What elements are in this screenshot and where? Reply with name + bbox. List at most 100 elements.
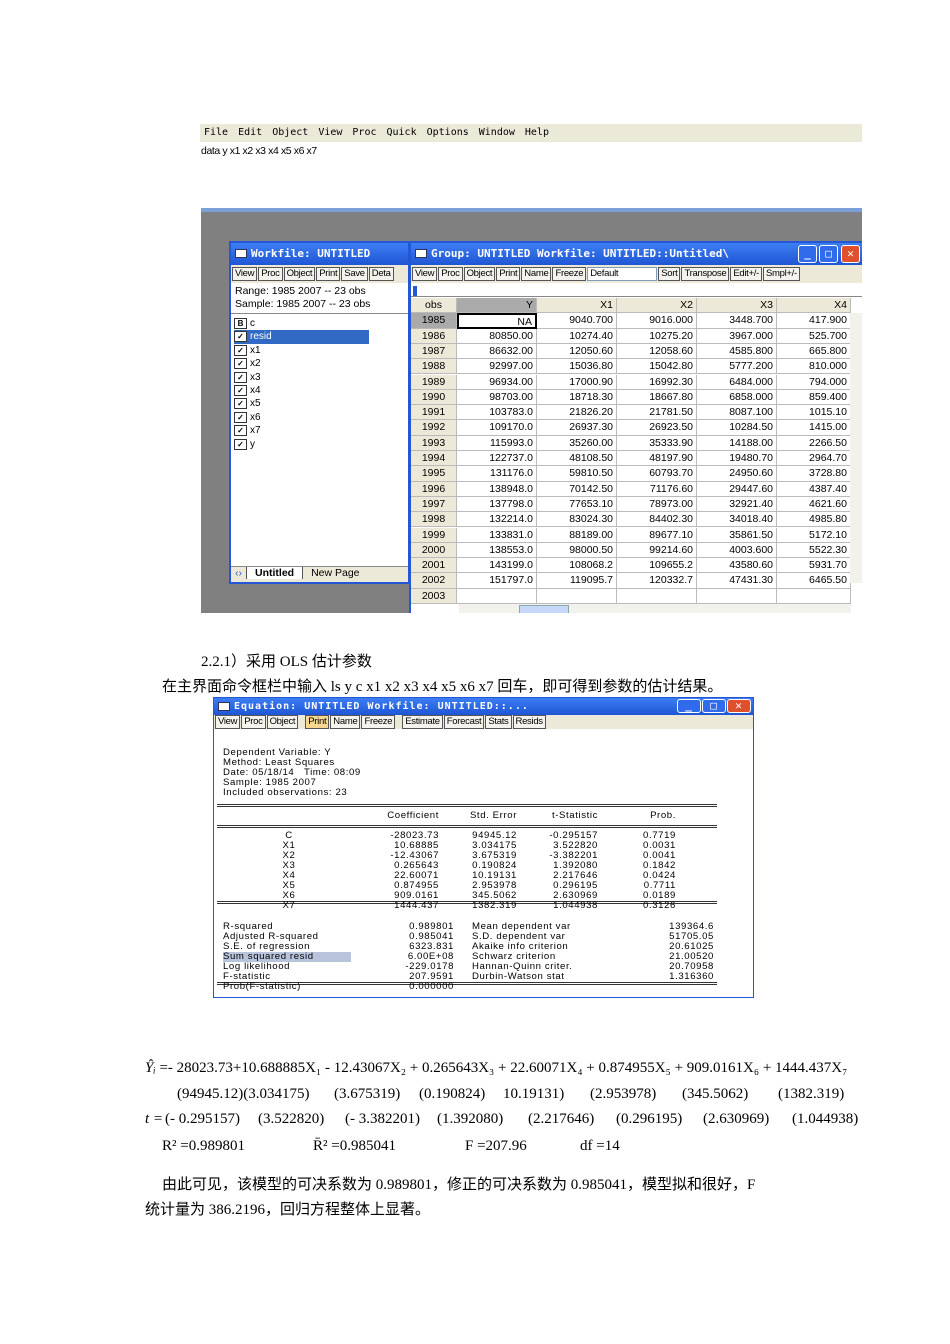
table-cell[interactable]: 35260.00: [537, 435, 617, 451]
print-button[interactable]: Print: [496, 267, 521, 281]
table-cell[interactable]: 8087.100: [697, 405, 777, 421]
deta-button[interactable]: Deta: [368, 267, 394, 281]
table-cell[interactable]: 86632.00: [457, 343, 537, 360]
maximize-button[interactable]: □: [819, 245, 838, 263]
table-cell[interactable]: 21826.20: [537, 405, 617, 421]
tab-untitled[interactable]: Untitled: [246, 567, 303, 579]
table-cell[interactable]: 14188.00: [697, 435, 777, 451]
row-header[interactable]: 2003: [411, 588, 457, 604]
table-cell[interactable]: 9040.700: [537, 313, 617, 329]
table-cell[interactable]: [537, 588, 617, 604]
table-cell[interactable]: [777, 588, 851, 604]
proc-button[interactable]: Proc: [438, 267, 463, 281]
table-cell[interactable]: 59810.50: [537, 466, 617, 482]
row-header[interactable]: 2001: [411, 558, 457, 574]
table-cell[interactable]: 89677.10: [617, 527, 697, 543]
table-cell[interactable]: 19480.70: [697, 451, 777, 467]
estimate-button[interactable]: Estimate: [402, 715, 443, 729]
row-header[interactable]: 1992: [411, 420, 457, 436]
table-cell[interactable]: 143199.0: [457, 558, 537, 574]
table-cell[interactable]: 6484.000: [697, 374, 777, 390]
table-cell[interactable]: 9016.000: [617, 313, 697, 329]
table-cell[interactable]: 32921.40: [697, 496, 777, 513]
row-header[interactable]: 1988: [411, 359, 457, 375]
row-header[interactable]: 2002: [411, 573, 457, 589]
table-cell[interactable]: 26937.30: [537, 420, 617, 436]
freeze-button[interactable]: Freeze: [552, 267, 587, 281]
table-cell[interactable]: 137798.0: [457, 496, 537, 513]
transpose-button[interactable]: Transpose: [681, 267, 730, 281]
column-header-y[interactable]: Y: [457, 298, 537, 314]
table-cell[interactable]: 99214.60: [617, 542, 697, 559]
table-cell[interactable]: 133831.0: [457, 527, 537, 543]
row-header[interactable]: 1989: [411, 374, 457, 390]
table-cell[interactable]: 43580.60: [697, 558, 777, 574]
edit-button[interactable]: Edit+/-: [730, 267, 762, 281]
table-cell[interactable]: [457, 588, 537, 604]
proc-button[interactable]: Proc: [241, 715, 266, 729]
row-header[interactable]: 1991: [411, 405, 457, 421]
table-cell[interactable]: 132214.0: [457, 512, 537, 528]
table-cell[interactable]: 1415.00: [777, 420, 851, 436]
horizontal-scrollbar[interactable]: [459, 604, 851, 613]
table-cell[interactable]: 109170.0: [457, 420, 537, 436]
table-cell[interactable]: 29447.60: [697, 481, 777, 497]
menu-view[interactable]: View: [318, 127, 342, 138]
name-button[interactable]: Name: [521, 267, 552, 281]
close-button[interactable]: ✕: [841, 245, 860, 263]
table-cell[interactable]: 3448.700: [697, 313, 777, 329]
table-cell[interactable]: 138553.0: [457, 542, 537, 559]
object-item-x7[interactable]: ✓ x7: [234, 424, 408, 437]
table-cell[interactable]: 17000.90: [537, 374, 617, 390]
row-header[interactable]: 1998: [411, 512, 457, 528]
table-cell[interactable]: 16992.30: [617, 374, 697, 390]
save-button[interactable]: Save: [341, 267, 368, 281]
table-cell[interactable]: 70142.50: [537, 481, 617, 497]
tab-nav-arrows[interactable]: ‹›: [231, 567, 246, 579]
object-item-x5[interactable]: ✓ x5: [234, 397, 408, 410]
row-header[interactable]: 1985: [411, 313, 457, 329]
table-cell[interactable]: 24950.60: [697, 466, 777, 482]
table-cell[interactable]: 15042.80: [617, 359, 697, 375]
table-cell[interactable]: 71176.60: [617, 481, 697, 497]
table-cell[interactable]: 47431.30: [697, 573, 777, 589]
table-cell[interactable]: 88189.00: [537, 527, 617, 543]
table-cell[interactable]: 12058.60: [617, 343, 697, 360]
table-cell[interactable]: 2964.70: [777, 451, 851, 467]
table-cell[interactable]: 5777.200: [697, 359, 777, 375]
table-cell[interactable]: 119095.7: [537, 573, 617, 589]
table-cell[interactable]: 6465.50: [777, 573, 851, 589]
row-header[interactable]: 1996: [411, 481, 457, 497]
stats-button[interactable]: Stats: [485, 715, 512, 729]
row-header[interactable]: 1995: [411, 466, 457, 482]
close-button[interactable]: ✕: [727, 699, 751, 713]
freeze-button[interactable]: Freeze: [361, 715, 396, 729]
row-header[interactable]: 1986: [411, 328, 457, 344]
object-item-y[interactable]: ✓ y: [234, 438, 408, 451]
table-cell[interactable]: 4003.600: [697, 542, 777, 559]
table-cell[interactable]: 109655.2: [617, 558, 697, 574]
table-cell[interactable]: 665.800: [777, 343, 851, 360]
table-cell[interactable]: 120332.7: [617, 573, 697, 589]
object-button[interactable]: Object: [283, 267, 316, 281]
table-cell[interactable]: 4387.40: [777, 481, 851, 497]
table-cell[interactable]: 18718.30: [537, 389, 617, 406]
row-header[interactable]: 1987: [411, 343, 457, 360]
table-cell[interactable]: 794.000: [777, 374, 851, 390]
table-cell[interactable]: 84402.30: [617, 512, 697, 528]
table-cell[interactable]: 115993.0: [457, 435, 537, 451]
sort-button[interactable]: Sort: [658, 267, 681, 281]
row-header[interactable]: 2000: [411, 542, 457, 559]
proc-button[interactable]: Proc: [258, 267, 283, 281]
object-button[interactable]: Object: [463, 267, 496, 281]
column-header-obs[interactable]: obs: [411, 298, 457, 314]
edit-cursor[interactable]: [413, 286, 417, 296]
table-cell[interactable]: 15036.80: [537, 359, 617, 375]
table-cell[interactable]: 10284.50: [697, 420, 777, 436]
table-cell[interactable]: 1015.10: [777, 405, 851, 421]
table-cell[interactable]: 35333.90: [617, 435, 697, 451]
name-button[interactable]: Name: [330, 715, 361, 729]
object-item-x2[interactable]: ✓ x2: [234, 357, 408, 370]
menu-object[interactable]: Object: [272, 127, 308, 138]
table-cell[interactable]: 3728.80: [777, 466, 851, 482]
